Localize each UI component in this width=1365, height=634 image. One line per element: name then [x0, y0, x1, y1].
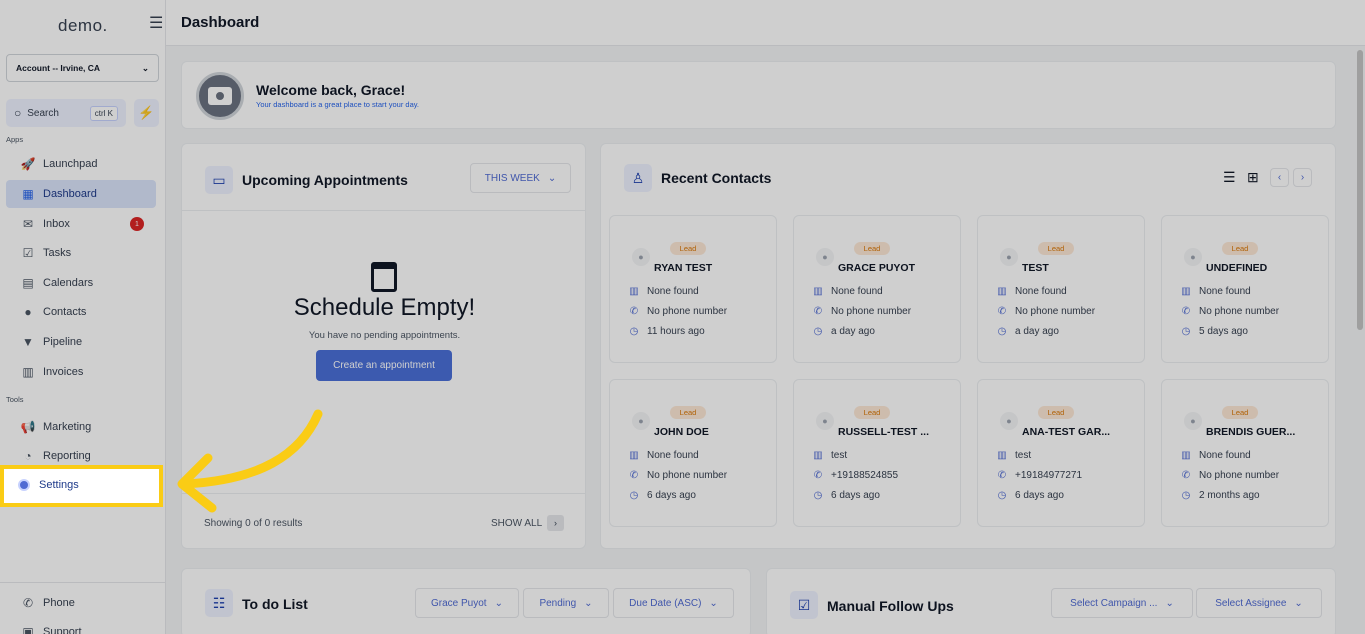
- annotation-arrow: [177, 409, 323, 513]
